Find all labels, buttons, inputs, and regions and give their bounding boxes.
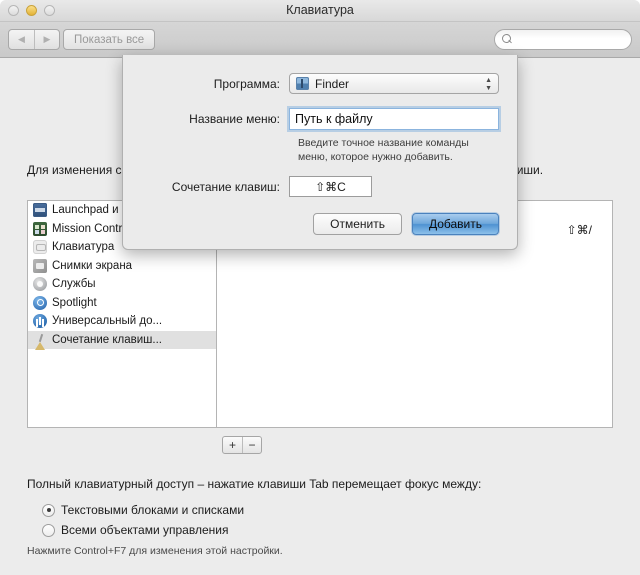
search-field[interactable] bbox=[494, 29, 640, 50]
list-item-label: Клавиатура bbox=[52, 241, 115, 254]
navigation-segmented-control[interactable]: ◀ ▶ bbox=[8, 29, 60, 50]
program-label: Программа: bbox=[213, 76, 280, 91]
sheet-button-row: Отменить Добавить bbox=[141, 213, 499, 235]
list-item-label: Службы bbox=[52, 278, 96, 291]
screenshot-icon bbox=[33, 258, 47, 273]
menu-title-field-row: Название меню: bbox=[141, 106, 501, 132]
radio-button[interactable] bbox=[42, 523, 55, 537]
remove-shortcut-button[interactable]: − bbox=[242, 437, 261, 453]
menu-title-helper-text: Введите точное название команды меню, ко… bbox=[298, 137, 469, 163]
add-button[interactable]: Добавить bbox=[411, 213, 499, 235]
add-remove-segmented-control[interactable]: + − bbox=[222, 436, 262, 454]
list-item-label: Mission Control bbox=[52, 222, 132, 235]
keyboard-icon bbox=[33, 240, 47, 255]
shortcut-label: Сочетание клавиш: bbox=[171, 179, 280, 194]
forward-icon[interactable]: ▶ bbox=[34, 30, 59, 49]
window-title: Клавиатура bbox=[286, 3, 354, 17]
list-item-label: Spotlight bbox=[52, 296, 97, 309]
add-shortcut-sheet: Программа: Finder ▲▼ Название меню: Введ… bbox=[122, 55, 518, 250]
services-icon bbox=[33, 277, 47, 292]
search-input[interactable] bbox=[505, 33, 640, 46]
system-preferences-window: Клавиатура ◀ ▶ Показать все Для изменени… bbox=[0, 0, 640, 575]
shortcut-field-row: Сочетание клавиш: ⇧⌘C bbox=[141, 176, 499, 197]
full-keyboard-access-label: Полный клавиатурный доступ – нажатие кла… bbox=[27, 477, 482, 491]
program-field-row: Программа: Finder ▲ ▼ bbox=[141, 73, 499, 94]
window-titlebar: Клавиатура bbox=[0, 0, 640, 22]
back-icon[interactable]: ◀ bbox=[9, 30, 34, 49]
window-toolbar: ◀ ▶ Показать все bbox=[0, 22, 640, 58]
finder-icon bbox=[296, 77, 309, 90]
show-all-button[interactable]: Показать все bbox=[63, 29, 156, 50]
menu-title-label: Название меню: bbox=[189, 112, 280, 126]
full-keyboard-access-radio-group[interactable]: Текстовыми блоками и списками Всеми объе… bbox=[42, 500, 244, 540]
launchpad-icon bbox=[33, 203, 47, 218]
radio-button-selected[interactable] bbox=[42, 503, 55, 517]
accessibility-icon bbox=[33, 314, 47, 329]
list-item[interactable]: Снимки экрана bbox=[28, 257, 216, 276]
radio-option-all-controls[interactable]: Всеми объектами управления bbox=[42, 520, 244, 540]
add-shortcut-button[interactable]: + bbox=[223, 437, 242, 453]
chevron-updown-icon: ▲ ▼ bbox=[485, 77, 492, 92]
shortcut-recorder-field[interactable]: ⇧⌘C bbox=[289, 176, 372, 197]
radio-option-text-boxes[interactable]: Текстовыми блоками и списками bbox=[42, 500, 244, 520]
spotlight-icon bbox=[33, 295, 47, 310]
radio-option-label: Текстовыми блоками и списками bbox=[61, 503, 245, 517]
app-shortcuts-icon bbox=[33, 333, 47, 350]
list-item[interactable]: Службы bbox=[28, 275, 216, 294]
list-item[interactable]: Универсальный до... bbox=[28, 312, 216, 331]
radio-option-label: Всеми объектами управления bbox=[61, 523, 229, 537]
menu-title-input[interactable] bbox=[287, 106, 501, 132]
sidebar-item-app-shortcuts[interactable]: Сочетание клавиш... bbox=[28, 330, 216, 350]
program-value: Finder bbox=[315, 76, 350, 91]
list-item-label: Снимки экрана bbox=[52, 259, 133, 272]
shortcut-key-value: ⇧⌘/ bbox=[566, 223, 592, 237]
list-item-label: Сочетание клавиш... bbox=[52, 333, 162, 346]
mission-control-icon bbox=[33, 221, 47, 236]
cancel-button[interactable]: Отменить bbox=[313, 213, 402, 235]
control-f7-hint: Нажмите Control+F7 для изменения этой на… bbox=[27, 545, 283, 557]
list-item[interactable]: Spotlight bbox=[28, 294, 216, 313]
list-item-label: Универсальный до... bbox=[52, 315, 163, 328]
program-popup-button[interactable]: Finder ▲ ▼ bbox=[289, 73, 499, 94]
